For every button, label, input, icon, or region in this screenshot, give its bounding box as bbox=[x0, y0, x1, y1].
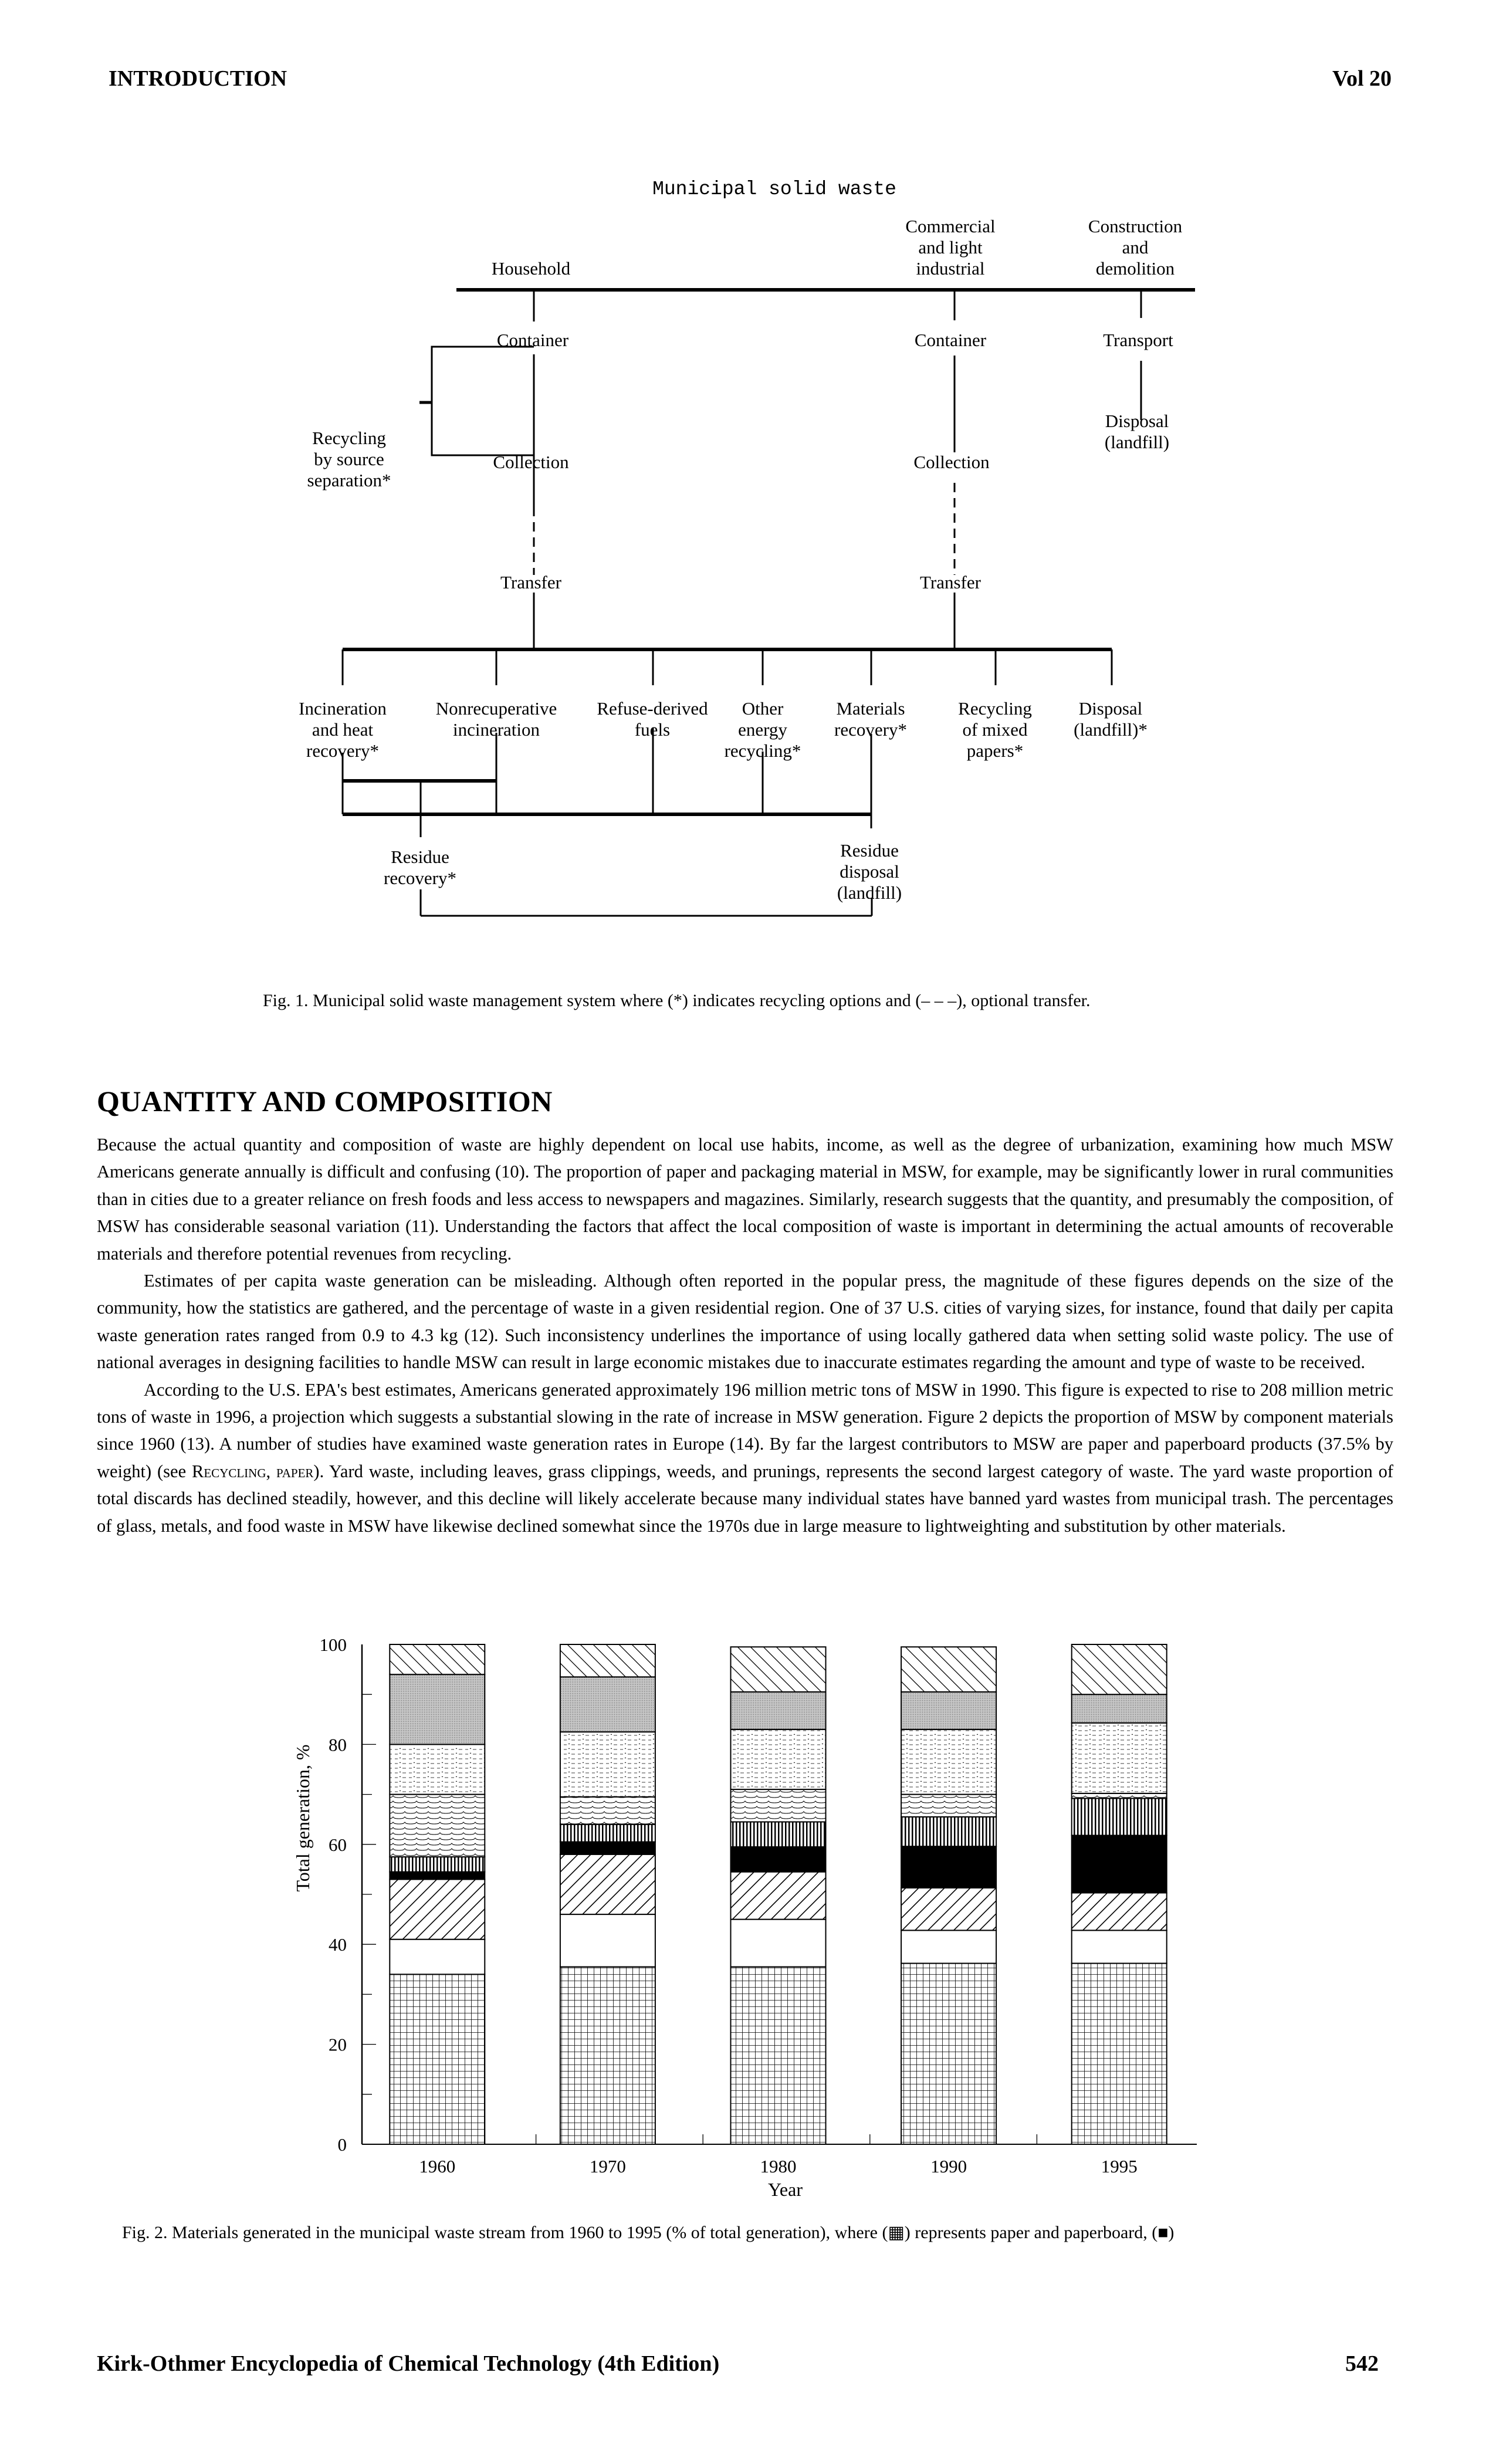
x-tick-label: 1995 bbox=[1101, 2156, 1138, 2177]
bar-segment-stipple bbox=[1071, 1694, 1167, 1724]
bar-segment-blank bbox=[901, 1930, 997, 1964]
node-disposal-cd: Disposal (landfill) bbox=[1104, 411, 1170, 452]
bar-segment-back-diag bbox=[389, 1644, 486, 1676]
bar-segment-back-diag bbox=[1071, 1644, 1167, 1695]
bar-segment-wavy bbox=[389, 1793, 486, 1858]
bar-segment-solid bbox=[389, 1871, 486, 1880]
paragraph-3: According to the U.S. EPA's best estimat… bbox=[97, 1376, 1393, 1539]
y-tick-label: 100 bbox=[320, 1634, 347, 1655]
section-heading: QUANTITY AND COMPOSITION bbox=[97, 1085, 553, 1118]
node-disposal-landfill: Disposal (landfill)* bbox=[1074, 698, 1148, 740]
x-axis-label: Year bbox=[768, 2179, 803, 2200]
node-refuse-derived-fuels: Refuse-derived fuels bbox=[597, 698, 708, 740]
bar-segment-dashed bbox=[559, 1731, 656, 1798]
bar-segment-grid bbox=[389, 1974, 486, 2145]
node-recycling-source-separation: Recycling by source separation* bbox=[307, 428, 391, 490]
bar-segment-wavy bbox=[1071, 1792, 1167, 1799]
bar-segment-stipple bbox=[389, 1674, 486, 1745]
bar-segment-stipple bbox=[730, 1691, 827, 1730]
bar-segment-fwd-diag bbox=[1071, 1892, 1167, 1931]
cross-reference-link[interactable]: Recycling, paper bbox=[192, 1461, 313, 1481]
bar-segment-vertical bbox=[559, 1823, 656, 1843]
footer-publication: Kirk-Othmer Encyclopedia of Chemical Tec… bbox=[97, 2351, 720, 2376]
bar-segment-solid bbox=[559, 1841, 656, 1855]
node-transport: Transport bbox=[1103, 330, 1173, 350]
bar-segment-grid bbox=[730, 1966, 827, 2145]
bar-segment-wavy bbox=[730, 1789, 827, 1823]
bar-segment-dashed bbox=[730, 1728, 827, 1791]
footer-page-number: 542 bbox=[1345, 2351, 1379, 2376]
node-other-energy-recycling: Other energy recycling* bbox=[724, 698, 801, 761]
figure-1-diagram: Municipal solid waste Household Commerci… bbox=[0, 0, 1496, 1010]
y-tick-label: 20 bbox=[329, 2035, 347, 2055]
bar-segment-stipple bbox=[559, 1676, 656, 1733]
diagram-connectors bbox=[341, 288, 1195, 917]
y-tick-label: 80 bbox=[329, 1734, 347, 1755]
bar-segment-dashed bbox=[901, 1728, 997, 1795]
x-tick-label: 1990 bbox=[930, 2156, 967, 2177]
figure-2-chart: 0 20 40 60 80 100 Total generation, % 1960 1970 1… bbox=[0, 1619, 1496, 2242]
paragraph-2: Estimates of per capita waste generation… bbox=[97, 1271, 1393, 1373]
node-household: Household bbox=[491, 258, 571, 279]
bar-segment-blank bbox=[1071, 1930, 1167, 1964]
x-tick-label: 1960 bbox=[419, 2156, 455, 2177]
bar-segment-dashed bbox=[1071, 1722, 1167, 1794]
node-collection-commercial: Collection bbox=[913, 452, 990, 472]
bar-segment-vertical bbox=[901, 1816, 997, 1847]
bar-segment-back-diag bbox=[901, 1646, 997, 1693]
bar-segment-fwd-diag bbox=[730, 1871, 827, 1920]
node-residue-disposal: Residue disposal (landfill) bbox=[837, 840, 902, 903]
node-container-commercial: Container bbox=[914, 330, 987, 350]
body-text: Because the actual quantity and composit… bbox=[97, 1131, 1393, 1539]
bar-segment-solid bbox=[901, 1846, 997, 1888]
node-collection-household: Collection bbox=[493, 452, 569, 472]
figure-2-caption: Fig. 2. Materials generated in the munic… bbox=[122, 2223, 1175, 2242]
bar-segment-fwd-diag bbox=[901, 1887, 997, 1931]
node-materials-recovery: Materials recovery* bbox=[834, 698, 907, 740]
y-tick-label: 40 bbox=[329, 1934, 347, 1955]
bar-segment-blank bbox=[730, 1918, 827, 1968]
x-tick-label: 1980 bbox=[760, 2156, 797, 2177]
bar-segment-vertical bbox=[1071, 1798, 1167, 1836]
bar-segment-vertical bbox=[730, 1821, 827, 1848]
node-transfer-commercial: Transfer bbox=[920, 572, 981, 593]
bar-segment-blank bbox=[389, 1938, 486, 1975]
paragraph-1: Because the actual quantity and composit… bbox=[97, 1135, 1394, 1264]
stacked-bar-chart: 0 20 40 60 80 100 Total generation, % 1960 1970 1… bbox=[292, 1634, 1197, 2200]
bar-segment-back-diag bbox=[559, 1644, 656, 1678]
bar-segment-solid bbox=[730, 1846, 827, 1873]
bar-segment-fwd-diag bbox=[559, 1853, 656, 1915]
node-residue-recovery: Residue recovery* bbox=[384, 847, 456, 888]
bar-segment-stipple bbox=[901, 1691, 997, 1730]
diagram-title: Municipal solid waste bbox=[652, 178, 896, 200]
node-container-household: Container bbox=[496, 330, 569, 350]
node-transfer-household: Transfer bbox=[500, 572, 561, 593]
y-tick-label: 60 bbox=[329, 1835, 347, 1855]
y-axis-label: Total generation, % bbox=[292, 1745, 313, 1892]
bar-segment-vertical bbox=[389, 1856, 486, 1873]
node-commercial-light-industrial: Commercial and light industrial bbox=[905, 216, 996, 279]
node-nonrecuperative-incineration: Nonrecuperative incineration bbox=[435, 698, 557, 740]
y-tick-label: 0 bbox=[338, 2134, 347, 2155]
bar-segment-grid bbox=[901, 1962, 997, 2145]
bar-segment-back-diag bbox=[730, 1646, 827, 1693]
bar-segment-wavy bbox=[901, 1793, 997, 1817]
bar-segment-dashed bbox=[389, 1744, 486, 1795]
node-incineration-heat-recovery: Incineration and heat recovery* bbox=[299, 698, 387, 761]
bar-segment-blank bbox=[559, 1914, 656, 1968]
bar-segment-fwd-diag bbox=[389, 1879, 486, 1940]
node-construction-demolition: Construction and demolition bbox=[1088, 216, 1183, 279]
bar-segment-grid bbox=[559, 1966, 656, 2145]
bar-segment-wavy bbox=[559, 1796, 656, 1825]
bar-segment-grid bbox=[1071, 1962, 1167, 2145]
x-tick-label: 1970 bbox=[590, 2156, 626, 2177]
node-recycling-mixed-papers: Recycling of mixed papers* bbox=[958, 698, 1032, 761]
bar-segment-solid bbox=[1071, 1835, 1167, 1894]
figure-1-caption: Fig. 1. Municipal solid waste management… bbox=[263, 991, 1091, 1010]
